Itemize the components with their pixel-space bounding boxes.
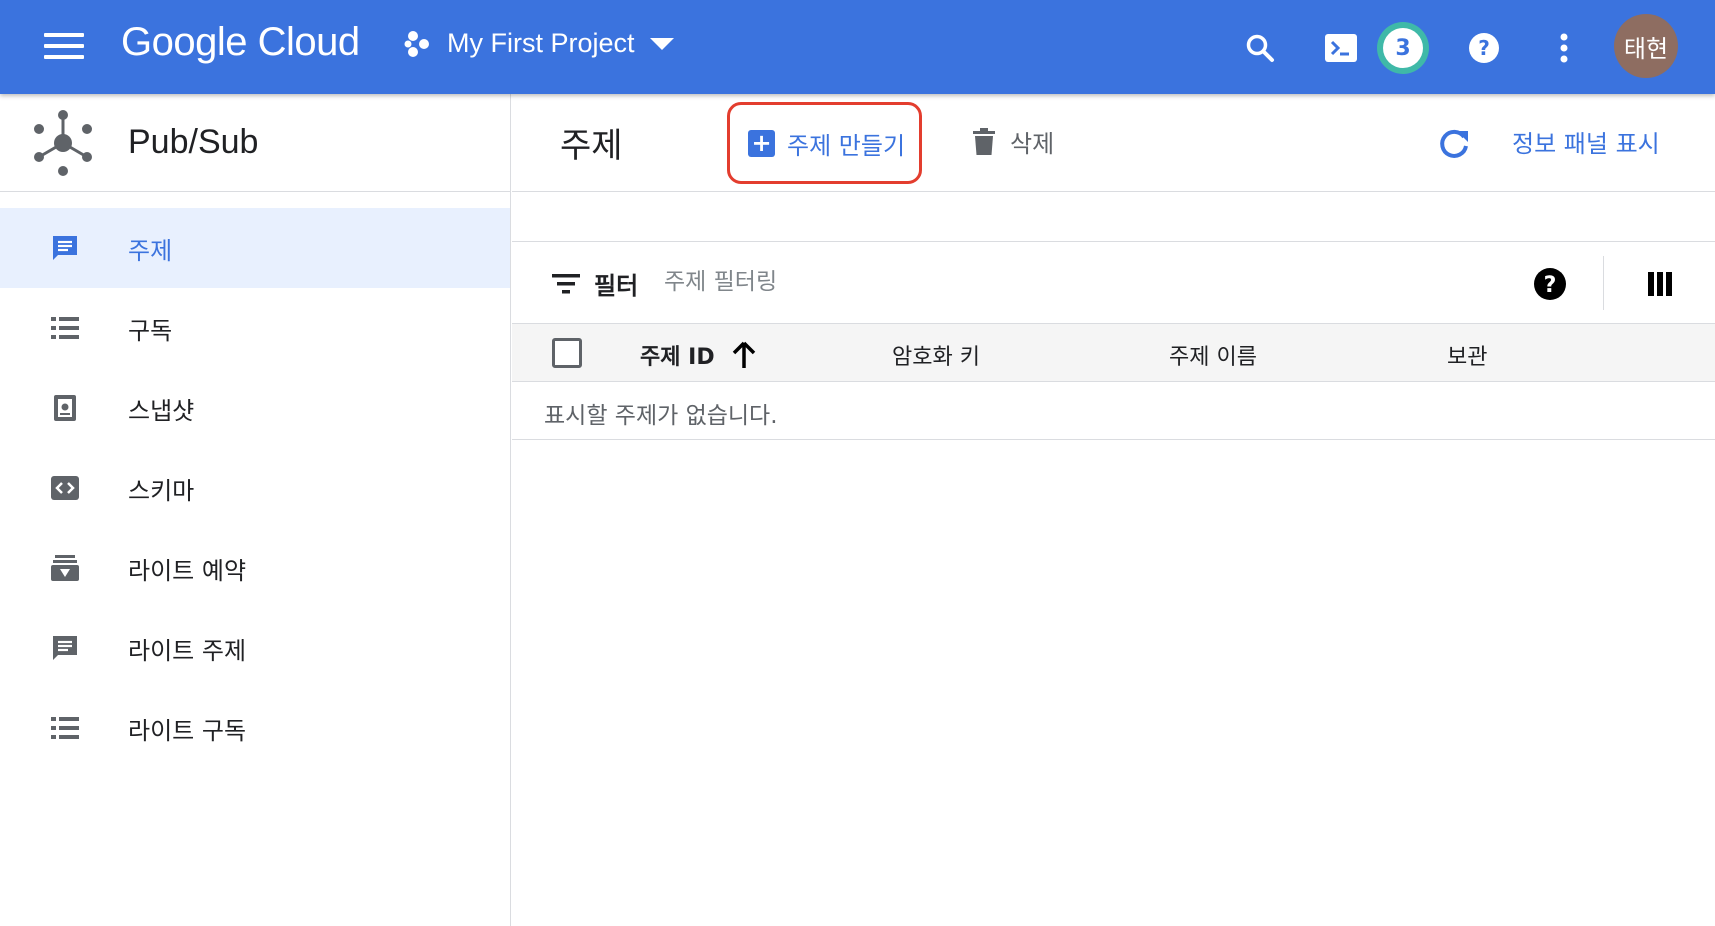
list-icon — [51, 717, 79, 739]
product-name: Pub/Sub — [128, 123, 259, 161]
filter-icon — [552, 273, 580, 293]
project-name: My First Project — [447, 28, 635, 58]
product-header: Pub/Sub — [0, 94, 510, 192]
code-icon — [51, 476, 79, 500]
create-topic-label: 주제 만들기 — [787, 131, 906, 160]
sidebar-item-label: 라이트 주제 — [128, 636, 247, 665]
table-header: 주제 ID 암호화 키 주제 이름 보관 — [512, 324, 1715, 382]
column-header-topic-name[interactable]: 주제 이름 — [1169, 339, 1257, 371]
more-vert-icon — [1560, 33, 1568, 63]
more-options-button[interactable] — [1538, 22, 1590, 74]
cloud-shell-button[interactable] — [1315, 22, 1367, 74]
main-content: 주제 + 주제 만들기 삭제 정보 패널 표시 필터 ? — [512, 94, 1715, 926]
search-icon — [1246, 34, 1274, 62]
delete-button[interactable]: 삭제 — [972, 124, 1054, 159]
sort-arrow-up-icon — [732, 341, 755, 368]
sidebar-item-label: 라이트 예약 — [128, 556, 247, 585]
sidebar-item-label: 구독 — [128, 316, 173, 345]
column-header-retention[interactable]: 보관 — [1447, 339, 1487, 371]
dropdown-arrow-icon — [649, 37, 674, 50]
filter-label: 필터 — [594, 272, 639, 300]
sidebar-item-snapshots[interactable]: 스냅샷 — [0, 368, 510, 448]
reservation-icon — [51, 555, 79, 581]
svg-text:?: ? — [1544, 273, 1557, 298]
pubsub-icon — [34, 109, 92, 176]
sidebar-item-label: 스키마 — [128, 476, 195, 505]
add-box-icon: + — [748, 129, 775, 157]
column-display-button[interactable] — [1642, 266, 1678, 302]
sidebar-item-lite-subscriptions[interactable]: 라이트 구독 — [0, 688, 510, 768]
message-icon — [53, 236, 77, 260]
help-icon: ? — [1534, 268, 1566, 300]
column-header-topic-id[interactable]: 주제 ID — [640, 339, 757, 371]
sidebar-item-label: 라이트 구독 — [128, 716, 247, 745]
project-selector[interactable]: My First Project — [403, 28, 675, 59]
sidebar-item-subscriptions[interactable]: 구독 — [0, 288, 510, 368]
filter-input[interactable] — [664, 264, 1264, 300]
view-column-icon — [1648, 272, 1672, 296]
empty-message: 표시할 주제가 없습니다. — [544, 403, 778, 429]
top-app-bar: Google Cloud My First Project 3 ? 태현 — [0, 0, 1715, 94]
help-button[interactable]: ? — [1458, 22, 1510, 74]
sidebar-item-topics[interactable]: 주제 — [0, 208, 510, 288]
help-icon: ? — [1469, 33, 1499, 63]
toolbar-spacer — [512, 192, 1715, 242]
project-hexagon-icon — [404, 30, 429, 57]
main-menu-button[interactable] — [38, 28, 90, 68]
message-icon — [53, 636, 77, 660]
refresh-button[interactable] — [1432, 122, 1476, 166]
show-info-panel-button[interactable]: 정보 패널 표시 — [1512, 124, 1660, 159]
page-title: 주제 — [560, 126, 623, 166]
google-cloud-logo[interactable]: Google Cloud — [121, 20, 360, 65]
terminal-icon — [1325, 34, 1357, 62]
empty-table-row: 표시할 주제가 없습니다. — [512, 382, 1715, 440]
search-button[interactable] — [1234, 22, 1286, 74]
sidebar-item-lite-reservations[interactable]: 라이트 예약 — [0, 528, 510, 608]
trash-icon — [973, 127, 995, 155]
sidebar-nav: 주제 구독 스냅샷 스키마 라이트 예약 라이트 주제 라이트 구독 — [0, 192, 510, 768]
account-avatar[interactable]: 태현 — [1614, 14, 1678, 78]
sidebar-item-label: 스냅샷 — [128, 396, 195, 425]
filter-button[interactable]: 필터 — [552, 266, 638, 301]
notification-count: 3 — [1383, 28, 1423, 68]
sidebar-item-label: 주제 — [128, 236, 173, 265]
divider — [1603, 256, 1604, 310]
snapshot-icon — [54, 395, 76, 421]
table-help-button[interactable]: ? — [1532, 266, 1568, 302]
svg-text:?: ? — [1478, 36, 1490, 60]
notifications-button[interactable]: 3 — [1377, 22, 1429, 74]
page-toolbar: 주제 + 주제 만들기 삭제 정보 패널 표시 — [512, 94, 1715, 192]
sidebar-item-schemas[interactable]: 스키마 — [0, 448, 510, 528]
delete-label: 삭제 — [1010, 130, 1055, 158]
sidebar: Pub/Sub 주제 구독 스냅샷 스키마 라이트 예약 라이트 주제 라이트 … — [0, 94, 511, 926]
hamburger-icon — [44, 33, 84, 37]
refresh-icon — [1440, 129, 1468, 158]
sidebar-item-lite-topics[interactable]: 라이트 주제 — [0, 608, 510, 688]
column-header-encryption-key[interactable]: 암호화 키 — [892, 339, 980, 371]
list-icon — [51, 317, 79, 339]
select-all-checkbox[interactable] — [552, 338, 582, 368]
create-topic-button[interactable]: + 주제 만들기 — [727, 102, 922, 184]
filter-bar: 필터 ? — [512, 242, 1715, 324]
